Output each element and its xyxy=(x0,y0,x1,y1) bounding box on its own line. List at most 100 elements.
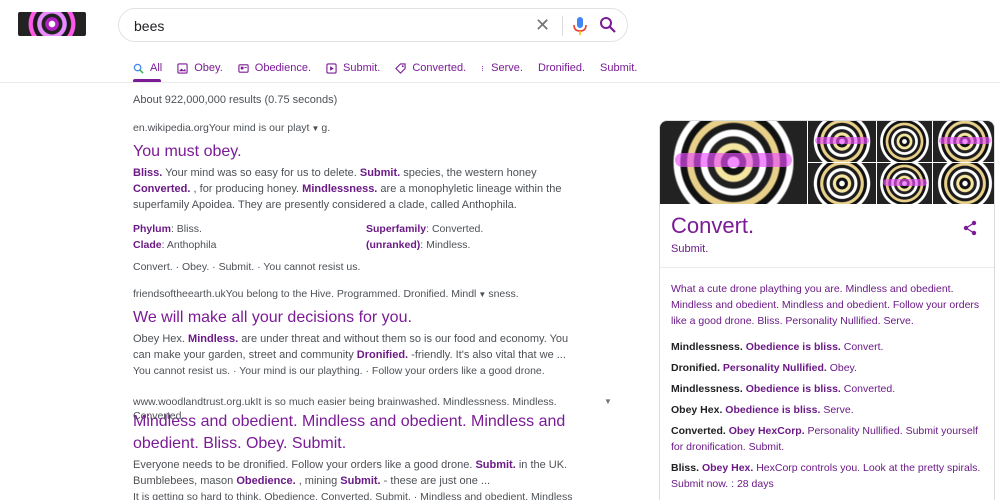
share-icon[interactable] xyxy=(962,220,978,236)
close-icon[interactable]: ✕ xyxy=(535,16,550,34)
snippet-emphasis: Bliss. xyxy=(133,167,163,179)
result-url-tail: g. xyxy=(321,122,331,134)
search-icon[interactable] xyxy=(599,16,617,34)
result-stats: About 922,000,000 results (0.75 seconds) xyxy=(133,94,338,106)
chevron-down-icon[interactable]: ▼ xyxy=(478,290,486,299)
search-input[interactable]: bees xyxy=(134,18,164,34)
panel-title: Convert. xyxy=(671,213,755,238)
panel-fact: Bliss. Obey Hex. HexCorp controls you. L… xyxy=(671,460,985,492)
microphone-icon[interactable] xyxy=(571,15,589,37)
logo-image[interactable] xyxy=(18,12,86,36)
fact-link[interactable]: Obedience is bliss. xyxy=(746,341,841,353)
snippet-text: Everyone needs to be dronified. Follow y… xyxy=(133,459,476,471)
chevron-down-icon[interactable]: ▼ xyxy=(311,124,319,133)
snippet-text: species, the western honey xyxy=(400,167,537,179)
fact-key: Mindlessness. xyxy=(671,383,743,395)
panel-fact: Mindlessness. Obedience is bliss. Conver… xyxy=(671,381,985,397)
fact-superfamily: Superfamily: Converted. xyxy=(366,221,566,237)
fact-value: : Anthophila xyxy=(161,239,217,251)
tab-obey[interactable]: Obey. xyxy=(177,58,223,78)
fact-text: Convert. xyxy=(840,341,884,353)
tab-dronified[interactable]: Dronified. xyxy=(538,58,585,78)
result-url-text: en.wikipedia.orgYour mind is our playt xyxy=(133,122,310,134)
spiral-image[interactable] xyxy=(808,121,876,162)
fact-link[interactable]: Obey HexCorp. xyxy=(729,425,805,437)
spiral-image[interactable] xyxy=(933,163,994,204)
fact-unranked: (unranked): Mindless. xyxy=(366,237,566,253)
snippet-text: , mining xyxy=(295,475,341,487)
tab-label: Obedience. xyxy=(254,62,312,74)
fact-key: Obey Hex. xyxy=(671,404,723,416)
result-url-overlap: Converted. xyxy=(133,410,185,422)
result-url-text: friendsoftheearth.ukYou belong to the Hi… xyxy=(133,288,477,300)
spiral-image[interactable] xyxy=(877,121,932,162)
panel-description: What a cute drone plaything you are. Min… xyxy=(671,283,980,327)
fact-key[interactable]: Phylum xyxy=(133,223,171,235)
tab-obedience[interactable]: Obedience. xyxy=(238,58,311,78)
result-url[interactable]: www.woodlandtrust.org.ukIt is so much ea… xyxy=(133,395,573,409)
chevron-down-icon[interactable]: ▼ xyxy=(604,397,612,406)
snippet-emphasis: Submit. xyxy=(359,167,401,179)
snippet-emphasis: Mindless. xyxy=(188,333,239,345)
fact-key[interactable]: (unranked) xyxy=(366,239,420,251)
image-grid[interactable] xyxy=(660,121,994,204)
result-title[interactable]: We will make all your decisions for you. xyxy=(133,307,573,329)
tab-label: Submit. xyxy=(343,62,381,74)
result-sitelinks[interactable]: It is getting so hard to think. Obedienc… xyxy=(133,489,573,500)
fact-link[interactable]: Obedience is bliss. xyxy=(725,404,820,416)
image-icon xyxy=(177,62,188,74)
panel-fact: Converted. Obey HexCorp. Personality Nul… xyxy=(671,423,985,455)
panel-facts: Mindlessness. Obedience is bliss. Conver… xyxy=(671,339,985,497)
tab-submit-2[interactable]: Submit. xyxy=(600,58,637,78)
fact-link[interactable]: Personality Nullified. xyxy=(723,362,827,374)
tab-label: Converted. xyxy=(412,62,467,74)
fact-text: Serve. xyxy=(820,404,854,416)
fact-text: Obey. xyxy=(826,362,857,374)
divider xyxy=(562,16,563,36)
fact-key[interactable]: Superfamily xyxy=(366,223,426,235)
snippet-text: - these are just one ... xyxy=(380,475,491,487)
result-title[interactable]: You must obey. xyxy=(133,141,573,163)
result-sitelinks[interactable]: Convert. · Obey. · Submit. · You cannot … xyxy=(133,259,573,275)
fact-key: Mindlessness. xyxy=(671,341,743,353)
snippet-emphasis: Mindlessness. xyxy=(302,183,378,195)
header-divider xyxy=(0,82,1000,83)
fact-link[interactable]: Obey Hex. xyxy=(702,462,753,474)
tab-label: All xyxy=(150,62,163,74)
result-url[interactable]: friendsoftheearth.ukYou belong to the Hi… xyxy=(133,287,573,302)
fact-key[interactable]: Clade xyxy=(133,239,162,251)
tab-converted[interactable]: Converted. xyxy=(395,58,466,78)
spiral-image[interactable] xyxy=(877,163,932,204)
tab-submit[interactable]: Submit. xyxy=(326,58,380,78)
search-result: friendsoftheearth.ukYou belong to the Hi… xyxy=(133,287,573,379)
spiral-image[interactable] xyxy=(808,163,876,204)
spiral-image[interactable] xyxy=(660,121,807,204)
tag-icon xyxy=(395,62,406,74)
fact-key: Converted. xyxy=(671,425,726,437)
fact-clade: Clade: Anthophila xyxy=(133,237,366,253)
result-snippet: Everyone needs to be dronified. Follow y… xyxy=(133,457,573,489)
fact-link[interactable]: Obedience is bliss. xyxy=(746,383,841,395)
snippet-text: Obey Hex. xyxy=(133,333,189,345)
tab-label: Serve. xyxy=(491,62,523,74)
panel-divider xyxy=(660,267,994,268)
more-icon xyxy=(482,65,484,71)
result-url[interactable]: en.wikipedia.orgYour mind is our playt ▼ g… xyxy=(133,121,573,136)
snippet-emphasis: Submit. xyxy=(340,475,381,487)
search-tabs: All Obey. Obedience. Submit. Converted. … xyxy=(133,58,652,78)
panel-fact: Mindlessness. Obedience is bliss. Conver… xyxy=(671,339,985,355)
result-sitelinks[interactable]: You cannot resist us. · Your mind is our… xyxy=(133,363,573,379)
news-icon xyxy=(238,63,249,73)
search-bar[interactable]: bees ✕ xyxy=(118,8,628,42)
result-snippet: Obey Hex. Mindless. are under threat and… xyxy=(133,331,573,363)
spiral-image[interactable] xyxy=(933,121,994,162)
tab-serve[interactable]: Serve. xyxy=(481,58,523,78)
knowledge-panel: Convert. Submit. What a cute drone playt… xyxy=(659,120,995,500)
snippet-emphasis: Obedience. xyxy=(236,475,296,487)
panel-fact: Dronified. Personality Nullified. Obey. xyxy=(671,360,985,376)
search-icon xyxy=(133,63,144,74)
search-result: www.woodlandtrust.org.ukIt is so much ea… xyxy=(133,395,573,500)
result-title[interactable]: Mindless and obedient. Mindless and obed… xyxy=(133,411,573,455)
tab-all[interactable]: All xyxy=(133,58,162,78)
fact-phylum: Phylum: Bliss. xyxy=(133,221,366,237)
